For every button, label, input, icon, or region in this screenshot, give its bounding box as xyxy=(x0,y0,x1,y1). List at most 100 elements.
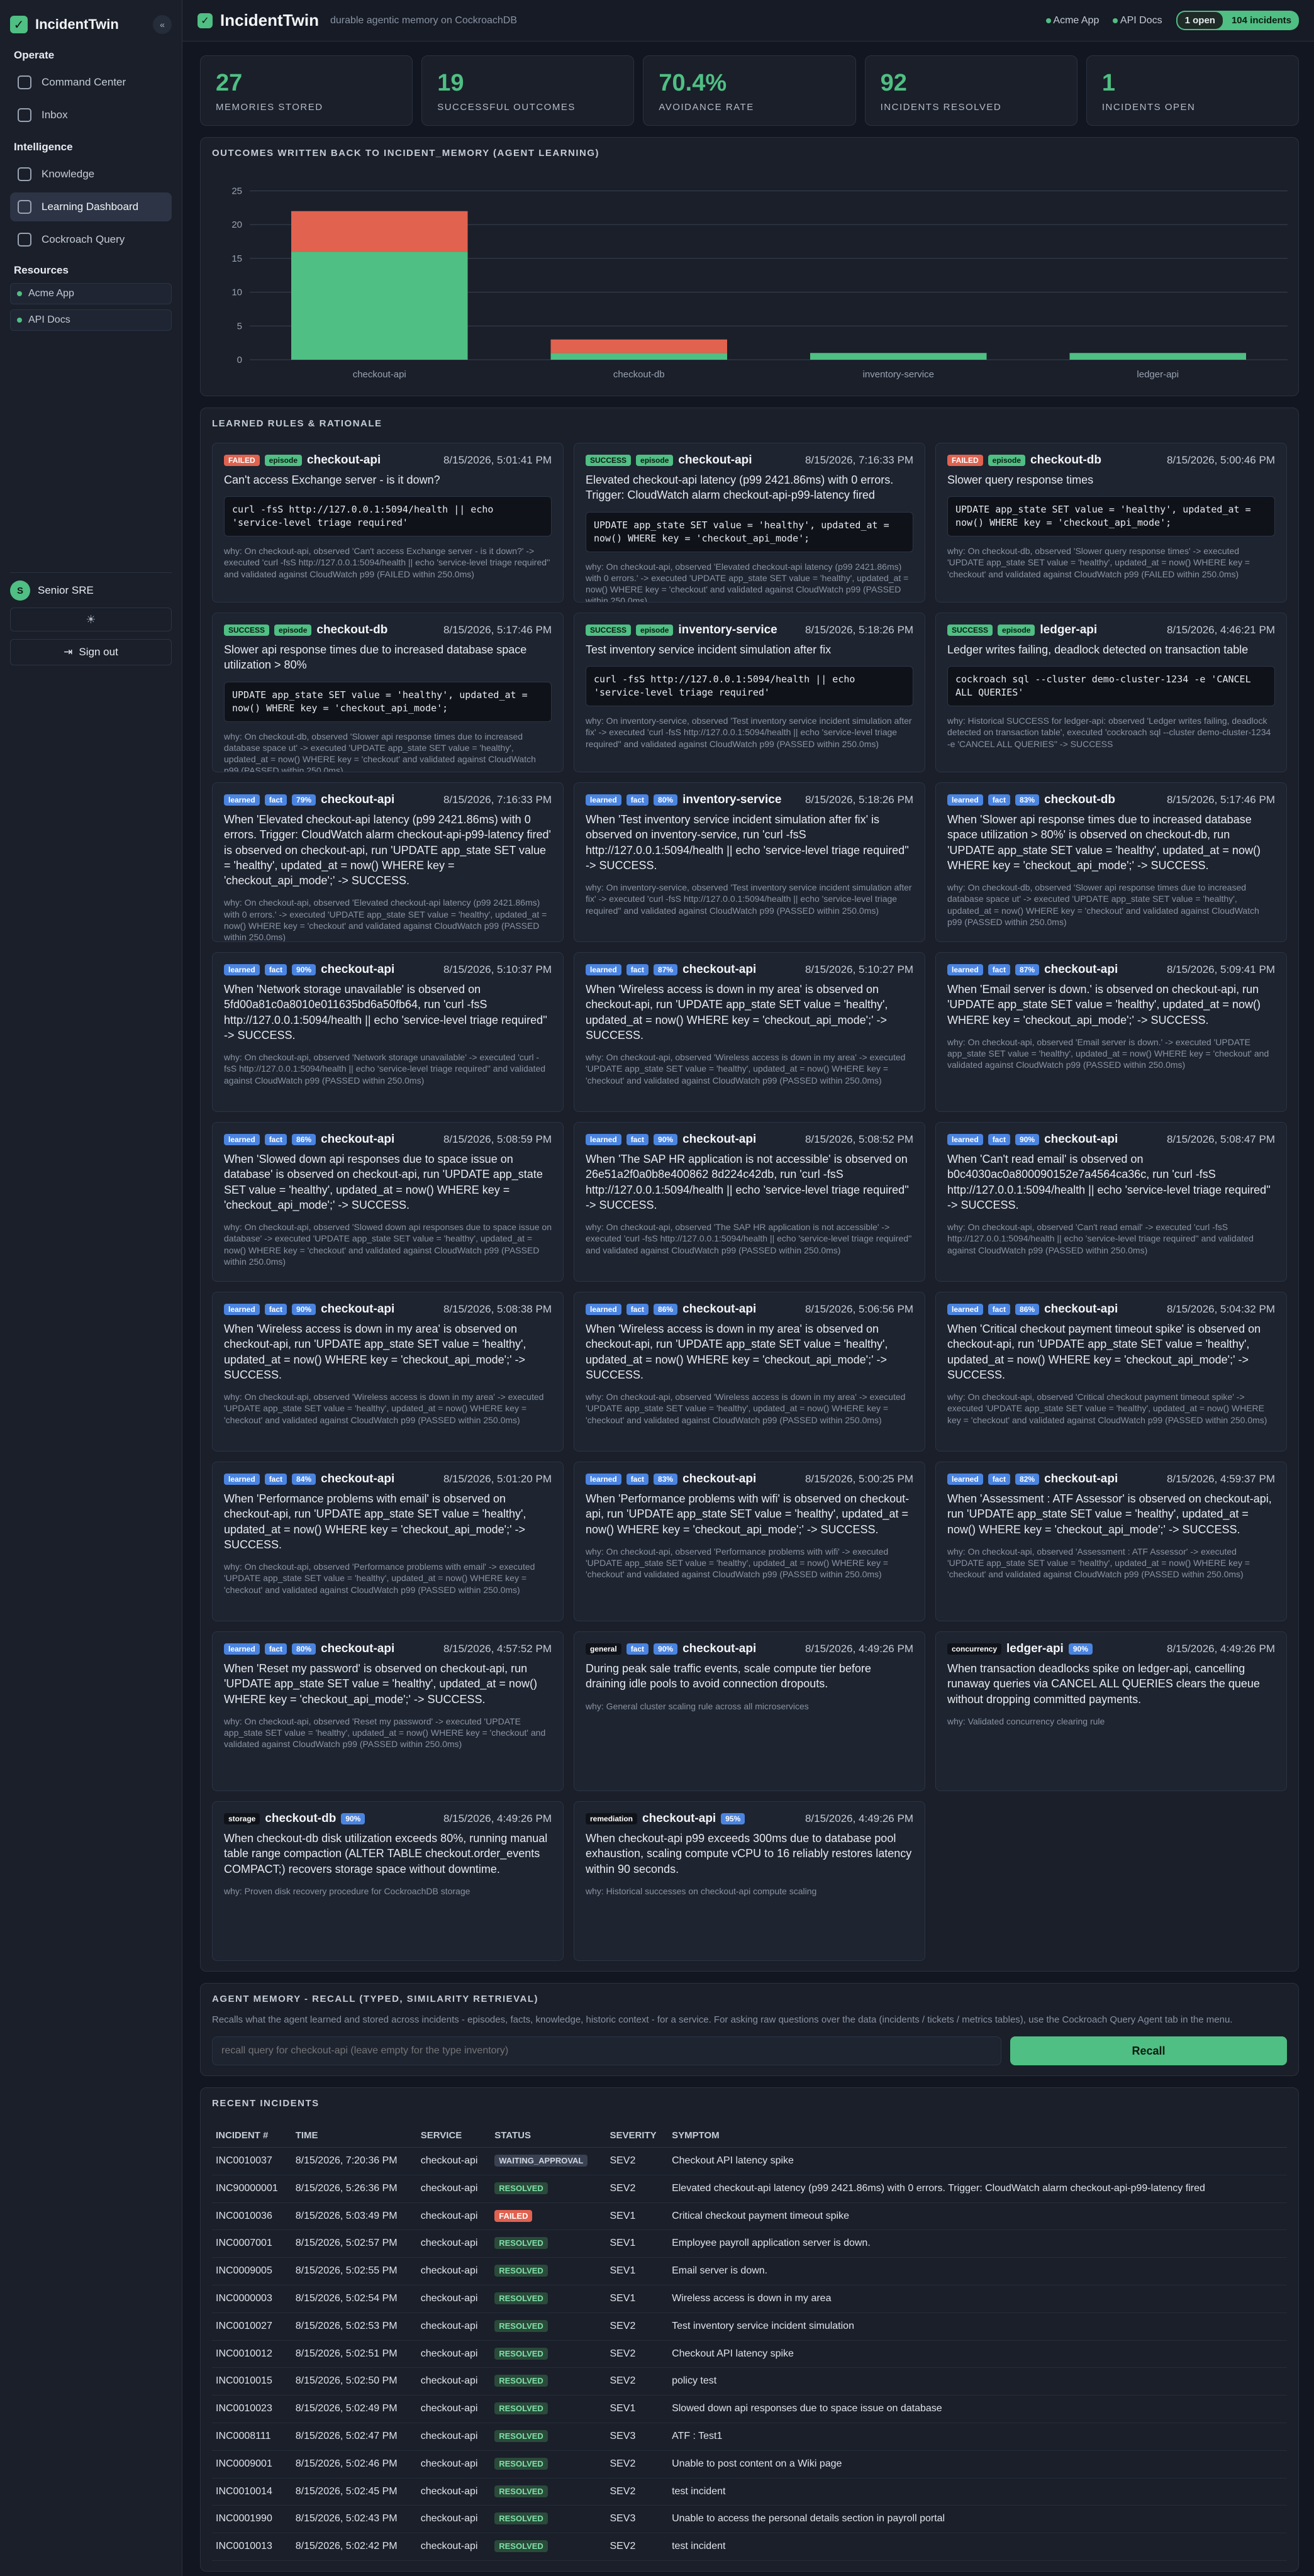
table-row[interactable]: INC90000001 8/15/2026, 5:26:36 PM checkout… xyxy=(212,2175,1287,2203)
card-timestamp: 8/15/2026, 5:00:46 PM xyxy=(1166,454,1275,466)
table-row[interactable]: INC0010037 8/15/2026, 7:20:36 PM checkout-… xyxy=(212,2147,1287,2175)
table-row[interactable]: INC0010027 8/15/2026, 5:02:53 PM checkout-… xyxy=(212,2312,1287,2341)
rule-card[interactable]: learned fact 87% checkout-api 8/15/2026, 5:0… xyxy=(935,952,1287,1112)
badge-learned: learned xyxy=(586,1304,621,1315)
card-title: Test inventory service incident simulati… xyxy=(586,643,832,656)
logo-check-icon: ✓ xyxy=(10,16,28,33)
table-cell: RESOLVED xyxy=(491,2285,606,2313)
rule-card[interactable]: remediation checkout-api 95% 8/15/2026, 4:4… xyxy=(574,1801,925,1961)
resource-link-api-docs[interactable]: API Docs xyxy=(10,309,172,331)
rule-card[interactable]: learned fact 90% checkout-api 8/15/2026, 5:0… xyxy=(212,1292,564,1452)
table-cell: checkout-api xyxy=(416,2423,491,2451)
card-header: SUCCESS episode ledger-api 8/15/2026, 4:46:… xyxy=(947,623,1275,637)
table-row[interactable]: INC0010023 8/15/2026, 5:02:49 PM checkout-… xyxy=(212,2395,1287,2423)
rule-card[interactable]: learned fact 79% checkout-api 8/15/2026, 7:1… xyxy=(212,782,564,942)
table-cell: checkout-api xyxy=(416,2285,491,2313)
badge-fact: fact xyxy=(626,794,649,806)
sidebar-item-knowledge[interactable]: Knowledge xyxy=(10,160,172,189)
resource-link-acme-app[interactable]: Acme App xyxy=(10,283,172,304)
rule-card[interactable]: FAILED episode checkout-db 8/15/2026, 5:00:… xyxy=(935,443,1287,602)
rule-card[interactable]: learned fact 82% checkout-api 8/15/2026, 4:5… xyxy=(935,1462,1287,1621)
badge-learned: learned xyxy=(947,794,983,806)
table-cell: INC0010036 xyxy=(212,2202,292,2231)
card-service: checkout-api xyxy=(1044,1133,1118,1146)
rule-card[interactable]: SUCCESS episode checkout-api 8/15/2026, 7:1… xyxy=(574,443,925,602)
table-row[interactable]: INC0010012 8/15/2026, 5:02:51 PM checkout-… xyxy=(212,2340,1287,2368)
card-timestamp: 8/15/2026, 5:01:20 PM xyxy=(443,1473,552,1485)
brand: ✓ IncidentTwin « xyxy=(10,0,172,49)
card-service: checkout-api xyxy=(642,1812,716,1825)
sidebar-item-inbox[interactable]: Inbox xyxy=(10,101,172,130)
rule-card[interactable]: FAILED episode checkout-api 8/15/2026, 5:01… xyxy=(212,443,564,602)
badge-fact: fact xyxy=(626,1304,649,1315)
rule-card[interactable]: learned fact 90% checkout-api 8/15/2026, 5:0… xyxy=(935,1122,1287,1282)
table-row[interactable]: INC0009005 8/15/2026, 5:02:55 PM checkout-… xyxy=(212,2257,1287,2285)
collapse-sidebar-button[interactable]: « xyxy=(153,15,172,34)
incident-count-pill[interactable]: 1 open 104 incidents xyxy=(1176,11,1299,30)
sign-out-button[interactable]: ⇥ Sign out xyxy=(10,639,172,665)
sidebar-item-cockroach-query[interactable]: Cockroach Query xyxy=(10,225,172,254)
rule-card[interactable]: storage checkout-db 90% 8/15/2026, 4:49:26 … xyxy=(212,1801,564,1961)
rule-card[interactable]: learned fact 80% checkout-api 8/15/2026, 4:5… xyxy=(212,1631,564,1791)
table-row[interactable]: INC0010013 8/15/2026, 5:02:42 PM checkout-… xyxy=(212,2533,1287,2561)
rule-card[interactable]: general fact 90% checkout-api 8/15/2026, 4:4… xyxy=(574,1631,925,1791)
rule-card[interactable]: learned fact 90% checkout-api 8/15/2026, 5:0… xyxy=(574,1122,925,1282)
card-title: During peak sale traffic events, scale c… xyxy=(586,1662,871,1690)
rule-card[interactable]: learned fact 86% checkout-api 8/15/2026, 5:0… xyxy=(212,1122,564,1282)
card-title: When 'Elevated checkout-api latency (p99… xyxy=(224,813,551,887)
rule-card[interactable]: SUCCESS episode inventory-service 8/15/2026… xyxy=(574,613,925,772)
badge-fact: 86% xyxy=(1015,1304,1040,1315)
table-row[interactable]: INC0007001 8/15/2026, 5:02:57 PM checkout-… xyxy=(212,2229,1287,2258)
table-cell: checkout-api xyxy=(416,2257,491,2285)
table-cell: RESOLVED xyxy=(491,2505,606,2534)
card-title: Ledger writes failing, deadlock detected… xyxy=(947,643,1249,656)
table-row[interactable]: INC0010015 8/15/2026, 5:02:50 PM checkout-… xyxy=(212,2367,1287,2396)
api-docs-link[interactable]: API Docs xyxy=(1113,15,1162,26)
rule-card[interactable]: learned fact 83% checkout-api 8/15/2026, 5:0… xyxy=(574,1462,925,1621)
table-row[interactable]: INC0000003 8/15/2026, 5:02:54 PM checkout-… xyxy=(212,2285,1287,2313)
table-row[interactable]: INC0001990 8/15/2026, 5:02:43 PM checkout-… xyxy=(212,2505,1287,2534)
card-title: When 'Wireless access is down in my area… xyxy=(586,983,888,1041)
sun-icon: ☀ xyxy=(86,613,96,626)
sidebar-item-learning-dashboard[interactable]: Learning Dashboard xyxy=(10,192,172,221)
table-cell: SEV1 xyxy=(606,2229,669,2258)
rule-card[interactable]: concurrency ledger-api 90% 8/15/2026, 4:49:… xyxy=(935,1631,1287,1791)
card-header: learned fact 79% checkout-api 8/15/2026, 7:1… xyxy=(224,793,552,807)
card-why: why: On checkout-api, observed 'The SAP … xyxy=(586,1222,912,1255)
acme-app-link[interactable]: Acme App xyxy=(1045,15,1099,26)
card-title: Slower api response times due to increas… xyxy=(224,643,527,672)
theme-toggle-button[interactable]: ☀ xyxy=(10,608,172,631)
badge-fact: fact xyxy=(264,1304,287,1315)
badge-confidence: 90% xyxy=(341,1813,365,1824)
card-title: When 'Critical checkout payment timeout … xyxy=(947,1323,1261,1381)
badge-fact: 90% xyxy=(292,1304,316,1315)
rule-card[interactable]: learned fact 83% checkout-db 8/15/2026, 5:17… xyxy=(935,782,1287,942)
table-row[interactable]: INC0008111 8/15/2026, 5:02:47 PM checkout-… xyxy=(212,2423,1287,2451)
table-cell: INC0008111 xyxy=(212,2423,292,2451)
recall-input[interactable] xyxy=(212,2036,1001,2065)
user-profile[interactable]: S Senior SRE xyxy=(10,572,172,601)
recall-button[interactable]: Recall xyxy=(1010,2036,1287,2065)
card-timestamp: 8/15/2026, 5:08:47 PM xyxy=(1166,1133,1275,1145)
stat-label: INCIDENTS RESOLVED xyxy=(880,102,1002,113)
rule-card[interactable]: learned fact 90% checkout-api 8/15/2026, 5:1… xyxy=(212,952,564,1112)
table-row[interactable]: INC0009001 8/15/2026, 5:02:46 PM checkout-… xyxy=(212,2450,1287,2479)
table-row[interactable]: INC0010036 8/15/2026, 5:03:49 PM checkout-… xyxy=(212,2202,1287,2231)
table-row[interactable]: INC0010014 8/15/2026, 5:02:45 PM checkout-… xyxy=(212,2478,1287,2506)
card-timestamp: 8/15/2026, 5:18:26 PM xyxy=(805,624,913,636)
rule-card[interactable]: learned fact 86% checkout-api 8/15/2026, 5:0… xyxy=(935,1292,1287,1452)
card-why: why: Historical SUCCESS for ledger-api: … xyxy=(947,716,1271,749)
rule-card[interactable]: learned fact 86% checkout-api 8/15/2026, 5:0… xyxy=(574,1292,925,1452)
rule-card[interactable]: SUCCESS episode ledger-api 8/15/2026, 4:46:… xyxy=(935,613,1287,772)
rule-card[interactable]: learned fact 80% inventory-service 8/15/2026… xyxy=(574,782,925,942)
rule-card[interactable]: learned fact 87% checkout-api 8/15/2026, 5:1… xyxy=(574,952,925,1112)
sidebar-item-command-center[interactable]: Command Center xyxy=(10,68,172,97)
sign-out-icon: ⇥ xyxy=(64,646,73,658)
table-cell: test incident xyxy=(668,2533,1287,2561)
table-cell: checkout-api xyxy=(416,2478,491,2506)
rule-card[interactable]: learned fact 84% checkout-api 8/15/2026, 5:0… xyxy=(212,1462,564,1621)
status-badge: RESOLVED xyxy=(494,2540,548,2553)
badge-learned: learned xyxy=(586,794,621,806)
chart-panel: OUTCOMES WRITTEN BACK TO INCIDENT_MEMORY… xyxy=(200,137,1299,396)
rule-card[interactable]: SUCCESS episode checkout-db 8/15/2026, 5:17… xyxy=(212,613,564,772)
